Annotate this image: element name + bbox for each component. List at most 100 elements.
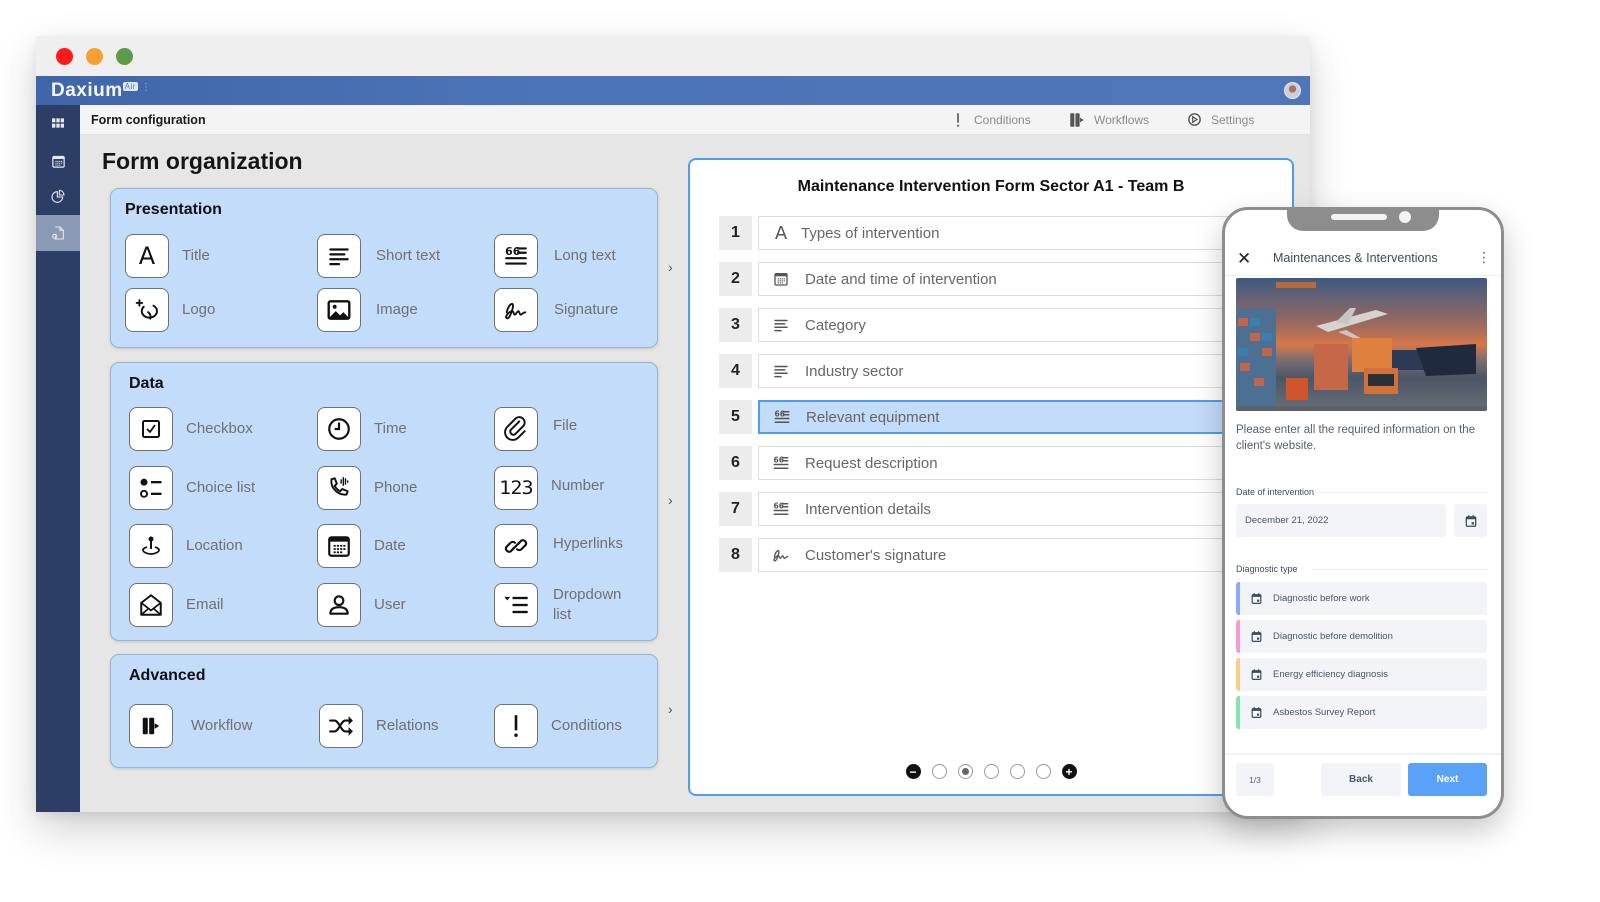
field-label: Relevant equipment bbox=[806, 408, 940, 426]
calendar-icon bbox=[769, 271, 793, 287]
tool-logo[interactable]: Logo bbox=[125, 288, 215, 332]
calendar-icon bbox=[1250, 706, 1263, 719]
minimize-window-button[interactable] bbox=[86, 48, 103, 65]
form-preview-panel: Maintenance Intervention Form Sector A1 … bbox=[688, 158, 1294, 796]
shuffle-icon bbox=[319, 704, 363, 748]
tool-dropdown-list[interactable]: Dropdown list bbox=[494, 583, 633, 627]
page-dot[interactable] bbox=[1009, 764, 1025, 779]
close-window-button[interactable] bbox=[56, 48, 73, 65]
form-row: 1 A Types of intervention bbox=[719, 216, 1279, 250]
tool-label: File bbox=[553, 417, 578, 435]
clock-icon bbox=[317, 407, 361, 451]
subbar-title: Form configuration bbox=[91, 113, 206, 127]
date-picker-button[interactable] bbox=[1454, 504, 1487, 537]
row-number: 5 bbox=[719, 400, 752, 434]
page-dot[interactable] bbox=[1035, 764, 1051, 779]
tool-label: Conditions bbox=[551, 716, 622, 734]
tool-hyperlinks[interactable]: Hyperlinks bbox=[494, 524, 623, 568]
phone-icon bbox=[317, 466, 361, 510]
form-field-industry-sector[interactable]: Industry sector bbox=[758, 354, 1279, 388]
logistics-banner-image bbox=[1236, 278, 1487, 411]
tool-label: User bbox=[374, 595, 406, 613]
logo-decoration-icon: ⋮ bbox=[141, 82, 151, 93]
row-number: 2 bbox=[719, 262, 752, 296]
nav-apps-grid[interactable] bbox=[36, 105, 80, 141]
row-number: 4 bbox=[719, 354, 752, 388]
form-field-date-and-time[interactable]: Date and time of intervention bbox=[758, 262, 1279, 296]
form-field-types-of-intervention[interactable]: A Types of intervention bbox=[758, 216, 1279, 250]
date-of-intervention-input[interactable]: December 21, 2022 bbox=[1236, 504, 1446, 537]
tool-title[interactable]: A Title bbox=[125, 234, 210, 278]
tool-short-text[interactable]: Short text bbox=[317, 234, 440, 278]
grid-icon bbox=[50, 115, 66, 131]
next-button[interactable]: Next bbox=[1408, 763, 1487, 796]
form-field-intervention-details[interactable]: Intervention details bbox=[758, 492, 1279, 526]
nav-reports[interactable] bbox=[36, 179, 80, 215]
tool-long-text[interactable]: Long text bbox=[494, 234, 616, 278]
tool-relations[interactable]: Relations bbox=[319, 704, 439, 748]
tool-conditions[interactable]: Conditions bbox=[494, 704, 622, 748]
advanced-expand-chevron-icon[interactable]: › bbox=[668, 701, 673, 717]
previous-page-minus-icon[interactable]: − bbox=[905, 764, 921, 779]
tool-label: Location bbox=[186, 536, 243, 554]
settings-label: Settings bbox=[1211, 112, 1255, 127]
close-icon[interactable]: ✕ bbox=[1237, 249, 1251, 269]
tool-checkbox[interactable]: Checkbox bbox=[129, 407, 253, 451]
tool-phone[interactable]: Phone bbox=[317, 466, 417, 510]
diagnostic-option[interactable]: Energy efficiency diagnosis bbox=[1236, 658, 1487, 691]
diagnostic-option[interactable]: Asbestos Survey Report bbox=[1236, 696, 1487, 729]
nav-calendar[interactable] bbox=[36, 143, 80, 179]
option-label: Asbestos Survey Report bbox=[1273, 707, 1376, 718]
data-group: Data Checkbox Time File Choice list Phon… bbox=[110, 362, 658, 641]
app-logo[interactable]: Daxium Air bbox=[51, 80, 138, 102]
data-expand-chevron-icon[interactable]: › bbox=[668, 492, 673, 508]
dropdown-list-icon bbox=[494, 583, 538, 627]
user-avatar[interactable] bbox=[1284, 82, 1301, 99]
maximize-window-button[interactable] bbox=[116, 48, 133, 65]
tool-location[interactable]: Location bbox=[129, 524, 243, 568]
tool-user[interactable]: User bbox=[317, 583, 406, 627]
link-icon bbox=[494, 524, 538, 568]
tool-date[interactable]: Date bbox=[317, 524, 406, 568]
tool-email[interactable]: Email bbox=[129, 583, 224, 627]
tool-signature[interactable]: Signature bbox=[494, 288, 618, 332]
settings-button[interactable]: Settings bbox=[1186, 111, 1254, 128]
field-label: Customer's signature bbox=[805, 546, 947, 564]
form-field-category[interactable]: Category bbox=[758, 308, 1279, 342]
form-row: 3 Category bbox=[719, 308, 1279, 342]
add-page-plus-icon[interactable]: + bbox=[1061, 764, 1077, 779]
tool-time[interactable]: Time bbox=[317, 407, 407, 451]
form-field-customer-signature[interactable]: Customer's signature bbox=[758, 538, 1279, 572]
sub-header: Form configuration Conditions Workflows … bbox=[80, 105, 1310, 135]
tool-label: Choice list bbox=[186, 478, 256, 496]
diagnostic-option[interactable]: Diagnostic before work bbox=[1236, 582, 1487, 615]
calendar-icon bbox=[51, 154, 66, 169]
more-vertical-icon[interactable]: ⋮ bbox=[1477, 249, 1491, 266]
tool-choice-list[interactable]: Choice list bbox=[129, 466, 255, 510]
presentation-expand-chevron-icon[interactable]: › bbox=[668, 259, 673, 275]
nav-forms[interactable] bbox=[36, 215, 80, 251]
page-title: Form organization bbox=[102, 148, 303, 174]
page-dot-current[interactable] bbox=[957, 764, 973, 779]
calendar-icon bbox=[1464, 514, 1478, 528]
conditions-label: Conditions bbox=[974, 113, 1031, 127]
tool-number[interactable]: 123 Number bbox=[494, 466, 604, 510]
row-number: 8 bbox=[719, 538, 752, 572]
short-text-icon bbox=[769, 316, 793, 334]
workflows-button[interactable]: Workflows bbox=[1068, 111, 1149, 129]
page-dot[interactable] bbox=[983, 764, 999, 779]
conditions-button[interactable]: Conditions bbox=[950, 111, 1031, 129]
form-field-request-description[interactable]: Request description bbox=[758, 446, 1279, 480]
back-button[interactable]: Back bbox=[1321, 763, 1401, 796]
tool-image[interactable]: Image bbox=[317, 288, 418, 332]
form-field-relevant-equipment[interactable]: Relevant equipment bbox=[758, 400, 1279, 434]
page-dot[interactable] bbox=[931, 764, 947, 779]
option-color-stripe bbox=[1236, 620, 1240, 653]
page-pager: − + bbox=[690, 764, 1292, 779]
diagnostic-option[interactable]: Diagnostic before demolition bbox=[1236, 620, 1487, 653]
long-text-icon bbox=[769, 500, 793, 518]
tool-workflow[interactable]: Workflow bbox=[129, 704, 252, 748]
choice-list-icon bbox=[129, 466, 173, 510]
number-glyph: 123 bbox=[499, 477, 533, 499]
tool-file[interactable]: File bbox=[494, 407, 577, 451]
